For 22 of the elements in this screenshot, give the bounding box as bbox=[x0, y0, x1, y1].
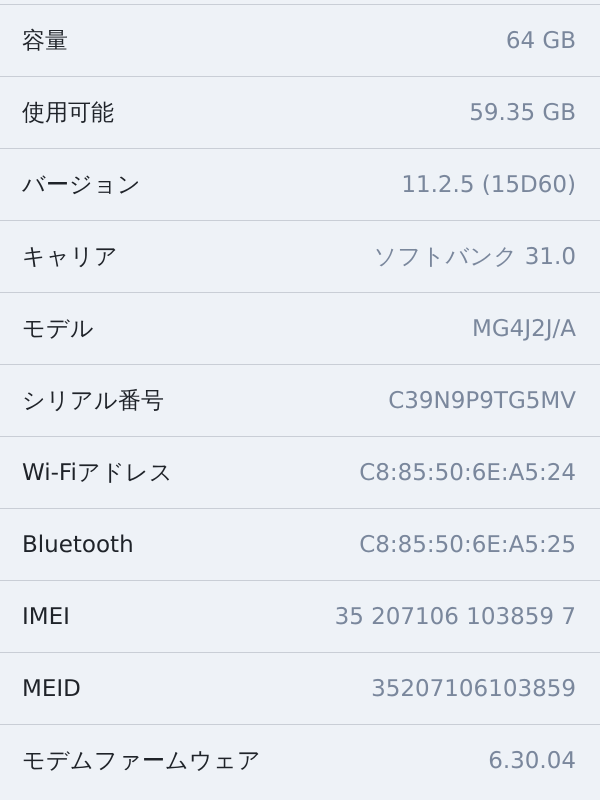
row-label: IMEI bbox=[22, 604, 70, 630]
row-value: 11.2.5 (15D60) bbox=[401, 172, 576, 198]
row-value: C39N9P9TG5MV bbox=[388, 388, 576, 414]
row-value: MG4J2J/A bbox=[472, 316, 576, 342]
row-label: モデムファームウェア bbox=[22, 747, 261, 776]
row-value: 59.35 GB bbox=[469, 100, 576, 126]
row-label: MEID bbox=[22, 676, 81, 702]
row-value: 64 GB bbox=[506, 28, 576, 54]
row-value: 35207106103859 bbox=[371, 676, 576, 702]
row-value: C8:85:50:6E:A5:24 bbox=[359, 460, 576, 486]
row-value: ソフトバンク 31.0 bbox=[373, 243, 576, 272]
row-label: 容量 bbox=[22, 27, 68, 56]
row-label: モデル bbox=[22, 315, 94, 344]
row-label: シリアル番号 bbox=[22, 387, 164, 416]
row-label: バージョン bbox=[22, 171, 141, 200]
row-label: キャリア bbox=[22, 243, 118, 272]
row-value: C8:85:50:6E:A5:25 bbox=[359, 532, 576, 558]
row-value: 35 207106 103859 7 bbox=[334, 604, 576, 630]
row-label: 使用可能 bbox=[22, 99, 114, 128]
row-value: 6.30.04 bbox=[488, 748, 576, 774]
row-label: Bluetooth bbox=[22, 532, 134, 558]
row-label: Wi-Fiアドレス bbox=[22, 459, 173, 488]
